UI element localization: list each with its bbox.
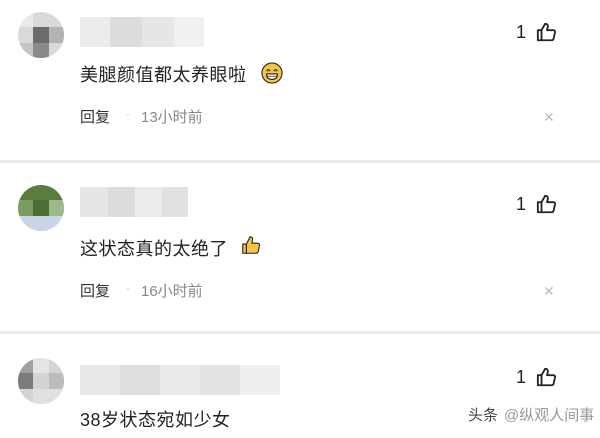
like-count: 1 <box>516 367 527 387</box>
comment-item: 1 38岁状态宛如少女 <box>0 0 600 438</box>
watermark-brand: 头条 <box>468 407 499 424</box>
comment-text: 38岁状态宛如少女 <box>80 410 231 430</box>
thumbs-up-icon[interactable] <box>536 366 558 388</box>
watermark: 头条 @纵观人间事 <box>468 404 594 425</box>
avatar[interactable] <box>18 358 64 404</box>
watermark-author: @纵观人间事 <box>504 407 595 424</box>
username-blurred[interactable] <box>80 365 280 395</box>
